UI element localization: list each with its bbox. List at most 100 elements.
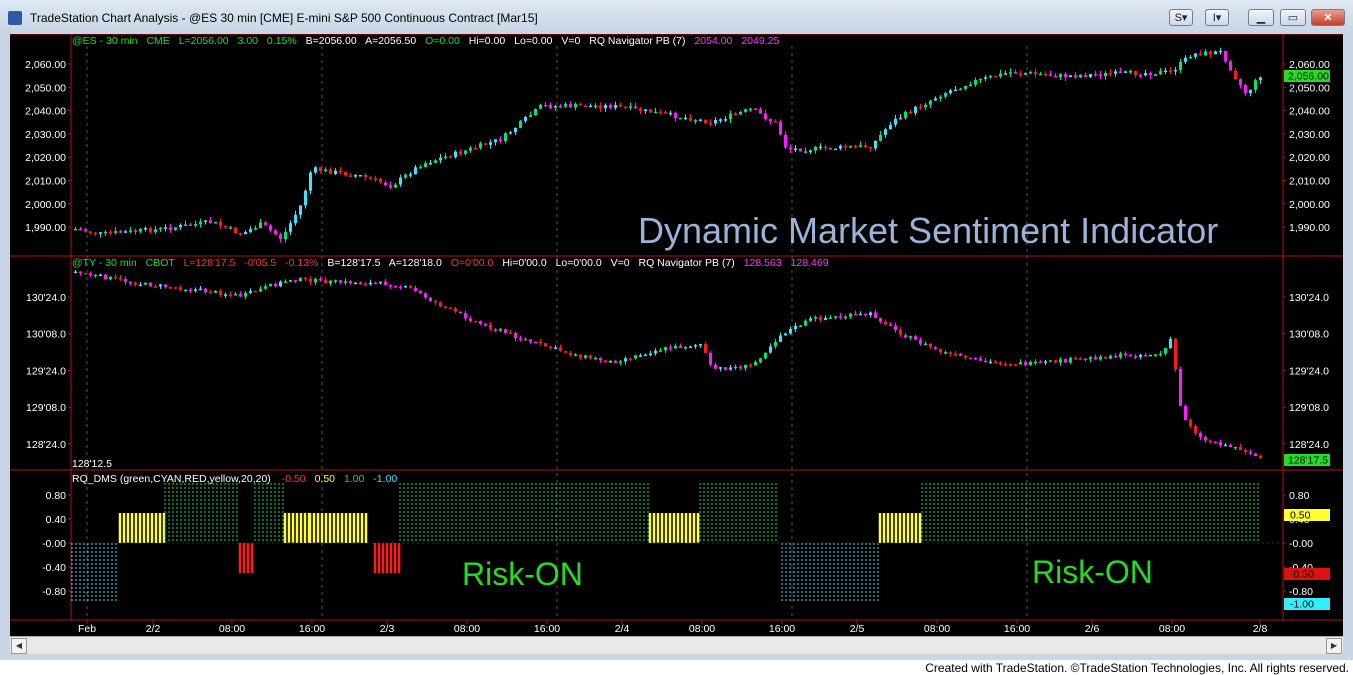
candle-body: [684, 347, 687, 349]
candle-body: [984, 360, 987, 363]
candle-body: [134, 282, 137, 285]
scroll-left-icon[interactable]: ◀: [11, 638, 27, 654]
candle-body: [179, 224, 182, 228]
candle-body: [1239, 79, 1242, 86]
candle-body: [99, 232, 102, 234]
candle-body: [99, 274, 102, 277]
candle-body: [644, 109, 647, 112]
candle-body: [609, 105, 612, 108]
x-tick-label: 2/2: [146, 623, 161, 635]
candle-body: [619, 104, 622, 107]
candle-body: [414, 287, 417, 291]
maximize-icon: ▭: [1287, 12, 1299, 24]
candle-body: [1084, 75, 1087, 77]
candle-body: [694, 120, 697, 122]
candle-body: [469, 147, 472, 151]
candle-body: [749, 108, 752, 111]
candle-body: [224, 294, 227, 296]
p1-tick-label-right: 1,990.00: [1289, 222, 1330, 234]
candle-body: [794, 325, 797, 329]
candle-body: [714, 119, 717, 124]
s-menu-button[interactable]: S▾: [1169, 9, 1193, 26]
candle-body: [574, 104, 577, 108]
candle-body: [399, 286, 402, 289]
candle-body: [599, 105, 602, 109]
p2-tick-label-right: 129'24.0: [1289, 365, 1329, 377]
chart-area[interactable]: @ES - 30 min CME L=2056.00 3.00 0.15% B=…: [10, 33, 1343, 636]
candle-body: [514, 127, 517, 133]
candle-body: [534, 108, 537, 116]
candle-body: [199, 288, 202, 291]
candle-body: [619, 361, 622, 363]
scroll-right-icon[interactable]: ▶: [1326, 638, 1342, 654]
candle-body: [1244, 85, 1247, 94]
candle-body: [1204, 51, 1207, 56]
p3-tick-label-left: -0.80: [42, 586, 66, 598]
candle-body: [1259, 77, 1262, 81]
candle-body: [484, 143, 487, 145]
candle-body: [494, 329, 497, 331]
candle-body: [764, 352, 767, 359]
candle-body: [814, 146, 817, 151]
candle-body: [604, 360, 607, 363]
maximize-button[interactable]: ▭: [1280, 9, 1306, 26]
candle-body: [169, 227, 172, 230]
candle-body: [434, 300, 437, 303]
candle-body: [844, 145, 847, 148]
candle-body: [184, 289, 187, 292]
minimize-button[interactable]: ▁: [1248, 9, 1274, 26]
close-button[interactable]: ✕: [1311, 9, 1345, 26]
candle-body: [269, 284, 272, 287]
candle-body: [724, 367, 727, 370]
candle-body: [639, 108, 642, 112]
candle-body: [159, 227, 162, 230]
candle-body: [854, 146, 857, 148]
p2-ask: A=128'18.0: [389, 257, 442, 269]
candle-body: [549, 105, 552, 108]
candle-body: [354, 282, 357, 285]
horizontal-scrollbar[interactable]: ◀ ▶: [10, 636, 1343, 654]
p2-lo: Lo=0'00.0: [556, 257, 602, 269]
candle-body: [1194, 53, 1197, 57]
candle-body: [554, 347, 557, 349]
candle-body: [149, 282, 152, 287]
p3-indicator-name: RQ_DMS (green,CYAN,RED,yellow,20,20): [72, 473, 271, 485]
p1-tick-label-left: 1,990.00: [25, 222, 66, 234]
i-menu-button[interactable]: I▾: [1205, 9, 1229, 26]
candle-body: [774, 341, 777, 347]
p2-tick-label-left: 129'08.0: [26, 402, 66, 414]
candle-body: [1124, 71, 1127, 73]
candle-body: [564, 351, 567, 353]
candle-body: [1009, 364, 1012, 366]
p1-tick-label-right: 2,000.00: [1289, 199, 1330, 211]
candle-body: [999, 362, 1002, 365]
candle-body: [374, 282, 377, 285]
candle-body: [464, 313, 467, 319]
candle-body: [89, 231, 92, 233]
candle-body: [589, 355, 592, 359]
time-axis: Feb 2/2 08:00 16:00 2/3 08:00 16:00 2/4 08:00 16:…: [78, 620, 1267, 635]
candle-body: [289, 280, 292, 282]
candle-body: [254, 290, 257, 293]
candle-body: [889, 324, 892, 326]
candle-body: [914, 106, 917, 114]
candle-body: [779, 335, 782, 342]
candle-body: [664, 112, 667, 114]
candle-body: [229, 227, 232, 229]
candle-body: [774, 121, 777, 123]
candle-body: [704, 344, 707, 353]
candle-body: [1124, 353, 1127, 356]
candle-body: [569, 352, 572, 356]
candle-body: [999, 73, 1002, 77]
candle-body: [1059, 74, 1062, 78]
candle-body: [624, 106, 627, 109]
p2-ind-v1: 128.563: [744, 257, 782, 269]
candle-body: [79, 228, 82, 231]
candle-body: [519, 120, 522, 128]
candle-body: [334, 170, 337, 174]
candle-body: [559, 105, 562, 108]
x-tick-label: 08:00: [219, 623, 245, 635]
p1-ask: A=2056.50: [365, 35, 416, 47]
candle-body: [459, 311, 462, 314]
p2-tick-label-right: 128'24.0: [1289, 439, 1329, 451]
